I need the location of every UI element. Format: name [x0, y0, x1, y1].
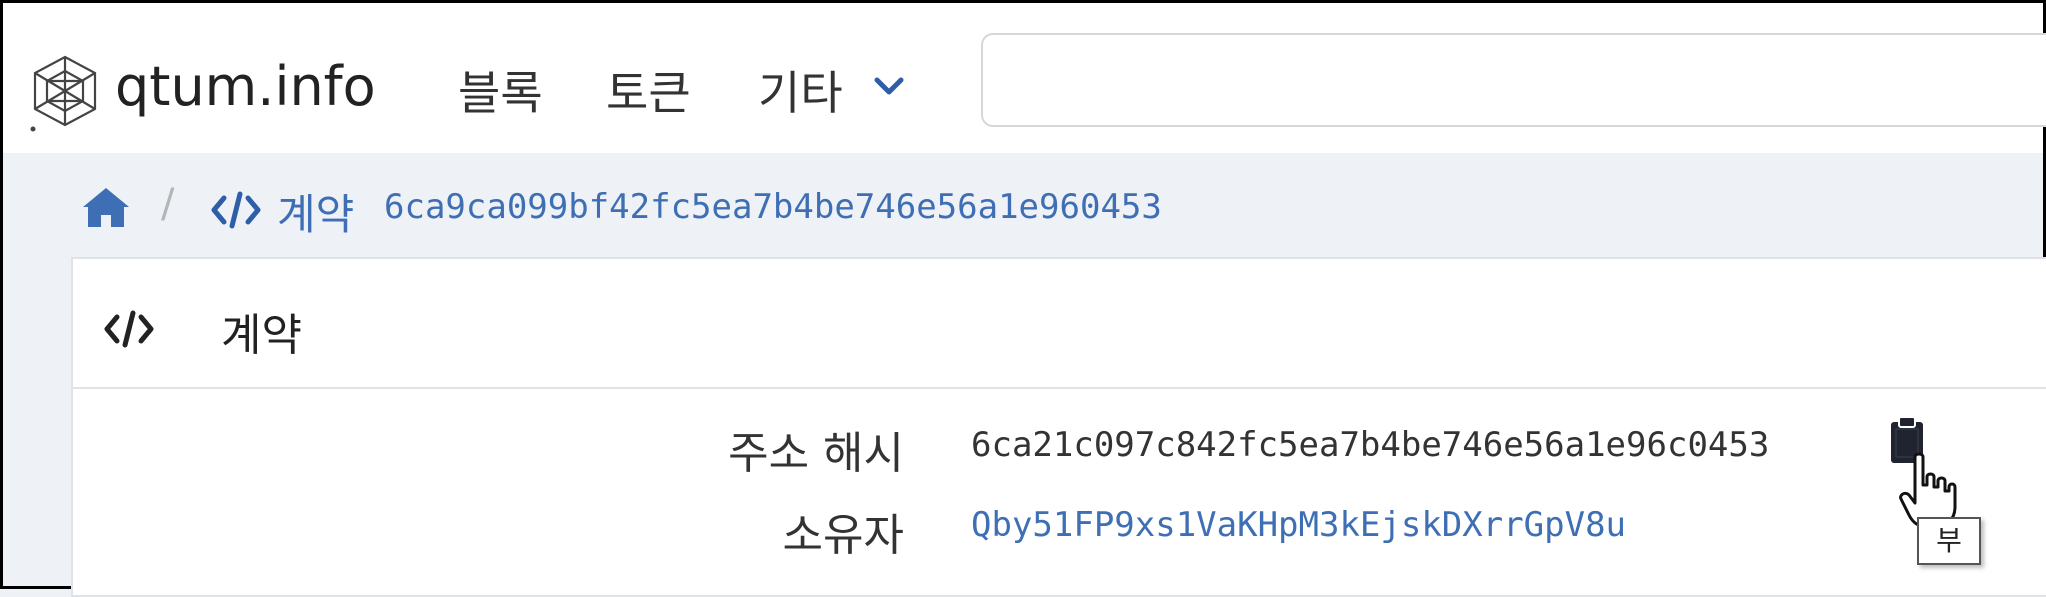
address-hash-label: 주소 해시 [728, 428, 904, 479]
contract-card: 계약 주소 해시 6ca21c097c842fc5ea7b4be746e56a1… [71, 257, 2046, 597]
card-title: 계약 [221, 310, 302, 361]
code-icon [104, 310, 154, 348]
code-icon [211, 191, 261, 229]
brand-name[interactable]: qtum.info [115, 55, 376, 118]
tooltip: 부 [1917, 517, 1981, 565]
nav-tokens[interactable]: 토큰 [606, 57, 691, 123]
nav-blocks[interactable]: 블록 [458, 57, 543, 123]
top-navbar: qtum.info 블록 토큰 기타 [3, 3, 2046, 153]
owner-label: 소유자 [782, 510, 904, 561]
breadcrumb-label[interactable]: 계약 [277, 181, 354, 242]
breadcrumb-separator: / [161, 181, 175, 227]
address-hash-value: 6ca21c097c842fc5ea7b4be746e56a1e96c0453 [971, 425, 1770, 465]
home-icon[interactable] [81, 185, 131, 229]
owner-address-link[interactable]: Qby51FP9xs1VaKHpM3kEjskDXrrGpV8u [971, 505, 1626, 545]
nav-more[interactable]: 기타 [758, 57, 843, 123]
search-input[interactable] [981, 33, 2046, 127]
qtum-logo-icon[interactable] [25, 53, 105, 133]
breadcrumb-hash[interactable]: 6ca9ca099bf42fc5ea7b4be746e56a1e960453 [384, 187, 1162, 227]
card-header: 계약 [73, 259, 2046, 389]
chevron-down-icon[interactable] [871, 68, 907, 104]
